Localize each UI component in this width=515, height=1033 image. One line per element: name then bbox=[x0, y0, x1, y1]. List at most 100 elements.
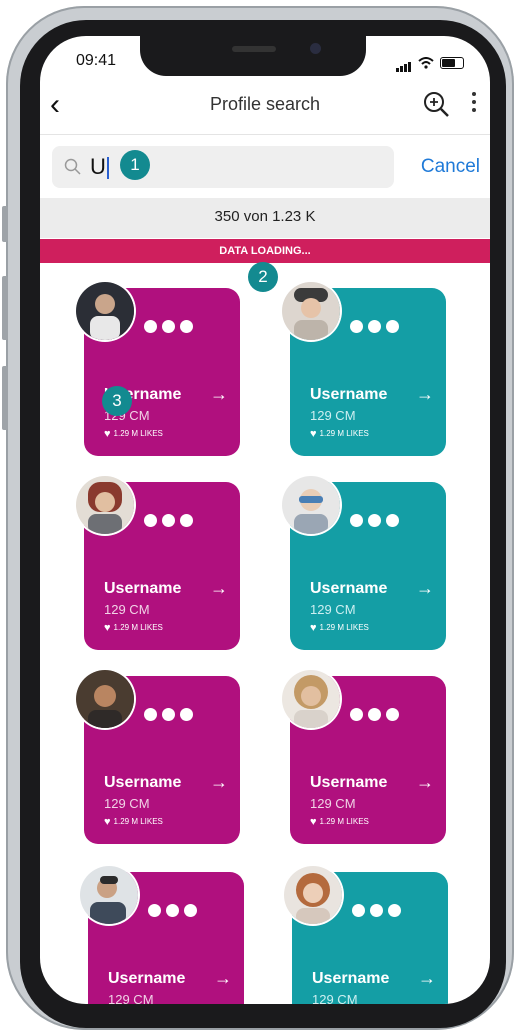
volume-up-button bbox=[2, 276, 8, 340]
profile-likes: ♥ 1.29 M LIKES bbox=[310, 622, 369, 634]
avatar bbox=[76, 670, 134, 728]
verified-icon bbox=[386, 320, 399, 333]
arrow-right-icon[interactable]: → bbox=[416, 578, 434, 599]
signal-icon bbox=[396, 54, 412, 72]
avatar bbox=[76, 476, 134, 534]
media-icon bbox=[166, 904, 179, 917]
online-icon bbox=[350, 320, 363, 333]
nav-bar: ‹ Profile search bbox=[40, 84, 490, 128]
battery-icon bbox=[440, 57, 464, 69]
card-icons bbox=[350, 708, 399, 721]
search-input[interactable]: U bbox=[52, 146, 394, 188]
avatar bbox=[76, 282, 134, 340]
media-icon bbox=[162, 708, 175, 721]
search-input-value: U bbox=[90, 154, 109, 180]
profile-card[interactable]: Username → 129 CM ♥ 1.29 M LIKES bbox=[282, 476, 446, 650]
online-icon bbox=[148, 904, 161, 917]
cancel-button[interactable]: Cancel bbox=[421, 156, 480, 178]
profile-card[interactable]: Username → 129 CM ♥ 1.29 M LIKES bbox=[282, 282, 446, 456]
media-icon bbox=[370, 904, 383, 917]
profile-likes: ♥ 1.29 M LIKES bbox=[310, 428, 369, 440]
arrow-right-icon[interactable]: → bbox=[210, 578, 228, 599]
annotation-badge-3: 3 bbox=[102, 386, 132, 416]
card-icons bbox=[350, 320, 399, 333]
card-icons bbox=[144, 514, 193, 527]
profile-likes: ♥ 1.29 M LIKES bbox=[104, 816, 163, 828]
header-divider bbox=[40, 134, 490, 135]
profile-username: Username bbox=[104, 774, 182, 791]
verified-icon bbox=[386, 708, 399, 721]
profile-likes: ♥ 1.29 M LIKES bbox=[104, 622, 163, 634]
profile-height: 129 CM bbox=[310, 796, 356, 811]
avatar bbox=[282, 670, 340, 728]
annotation-badge-1: 1 bbox=[120, 150, 150, 180]
profile-username: Username bbox=[310, 580, 388, 597]
verified-icon bbox=[180, 320, 193, 333]
avatar bbox=[80, 866, 138, 924]
app-screen: 09:41 ‹ Profile search U 1 Cancel 350 vo… bbox=[40, 36, 490, 1004]
profile-card[interactable]: Username → 129 CM ♥ 1.29 M LIKES bbox=[76, 476, 240, 650]
status-icons bbox=[396, 54, 464, 72]
profile-likes: ♥ 1.29 M LIKES bbox=[104, 428, 163, 440]
verified-icon bbox=[180, 514, 193, 527]
media-icon bbox=[368, 320, 381, 333]
text-cursor bbox=[106, 157, 109, 180]
profile-card[interactable]: Username → 129 CM ♥ 1.29 M LIKES bbox=[76, 670, 240, 844]
heart-icon: ♥ bbox=[310, 428, 317, 440]
status-time: 09:41 bbox=[76, 52, 117, 69]
heart-icon: ♥ bbox=[310, 622, 317, 634]
profile-height: 129 CM bbox=[310, 408, 356, 423]
profile-username: Username bbox=[104, 580, 182, 597]
arrow-right-icon[interactable]: → bbox=[210, 772, 228, 793]
profile-card[interactable]: Username → 129 CM ♥ 1.29 M LIKES bbox=[282, 670, 446, 844]
media-icon bbox=[368, 514, 381, 527]
media-icon bbox=[162, 320, 175, 333]
results-count-bar: 350 von 1.23 K bbox=[40, 198, 490, 238]
arrow-right-icon[interactable]: → bbox=[418, 968, 436, 989]
loading-text: DATA LOADING... bbox=[219, 245, 311, 257]
card-icons bbox=[144, 320, 193, 333]
heart-icon: ♥ bbox=[104, 622, 111, 634]
profile-height: 129 CM bbox=[104, 602, 150, 617]
silent-switch bbox=[2, 206, 8, 242]
avatar bbox=[282, 282, 340, 340]
card-icons bbox=[148, 904, 197, 917]
profile-username: Username bbox=[108, 970, 186, 987]
wifi-icon bbox=[418, 57, 434, 69]
online-icon bbox=[144, 514, 157, 527]
profile-height: 129 CM bbox=[104, 796, 150, 811]
profile-height: 129 CM bbox=[312, 992, 358, 1004]
heart-icon: ♥ bbox=[104, 816, 111, 828]
profile-card[interactable]: Username → 129 CM bbox=[80, 866, 244, 1004]
profile-likes: ♥ 1.29 M LIKES bbox=[310, 816, 369, 828]
profile-username: Username bbox=[310, 386, 388, 403]
loading-banner: DATA LOADING... bbox=[40, 239, 490, 263]
arrow-right-icon[interactable]: → bbox=[210, 384, 228, 405]
search-icon bbox=[64, 158, 81, 175]
profile-height: 129 CM bbox=[108, 992, 154, 1004]
heart-icon: ♥ bbox=[104, 428, 111, 440]
verified-icon bbox=[386, 514, 399, 527]
verified-icon bbox=[180, 708, 193, 721]
profile-card[interactable]: Username → 129 CM ♥ 1.29 M LIKES bbox=[76, 282, 240, 456]
media-icon bbox=[368, 708, 381, 721]
media-icon bbox=[162, 514, 175, 527]
avatar bbox=[284, 866, 342, 924]
arrow-right-icon[interactable]: → bbox=[416, 384, 434, 405]
card-icons bbox=[350, 514, 399, 527]
online-icon bbox=[144, 320, 157, 333]
heart-icon: ♥ bbox=[310, 816, 317, 828]
more-options-icon[interactable] bbox=[472, 92, 476, 112]
online-icon bbox=[352, 904, 365, 917]
verified-icon bbox=[388, 904, 401, 917]
profile-card[interactable]: Username → 129 CM bbox=[284, 866, 448, 1004]
profile-username: Username bbox=[310, 774, 388, 791]
results-count: 350 von 1.23 K bbox=[214, 208, 316, 225]
volume-down-button bbox=[2, 366, 8, 430]
card-icons bbox=[144, 708, 193, 721]
card-icons bbox=[352, 904, 401, 917]
arrow-right-icon[interactable]: → bbox=[214, 968, 232, 989]
arrow-right-icon[interactable]: → bbox=[416, 772, 434, 793]
zoom-in-icon[interactable] bbox=[422, 90, 450, 118]
verified-icon bbox=[184, 904, 197, 917]
